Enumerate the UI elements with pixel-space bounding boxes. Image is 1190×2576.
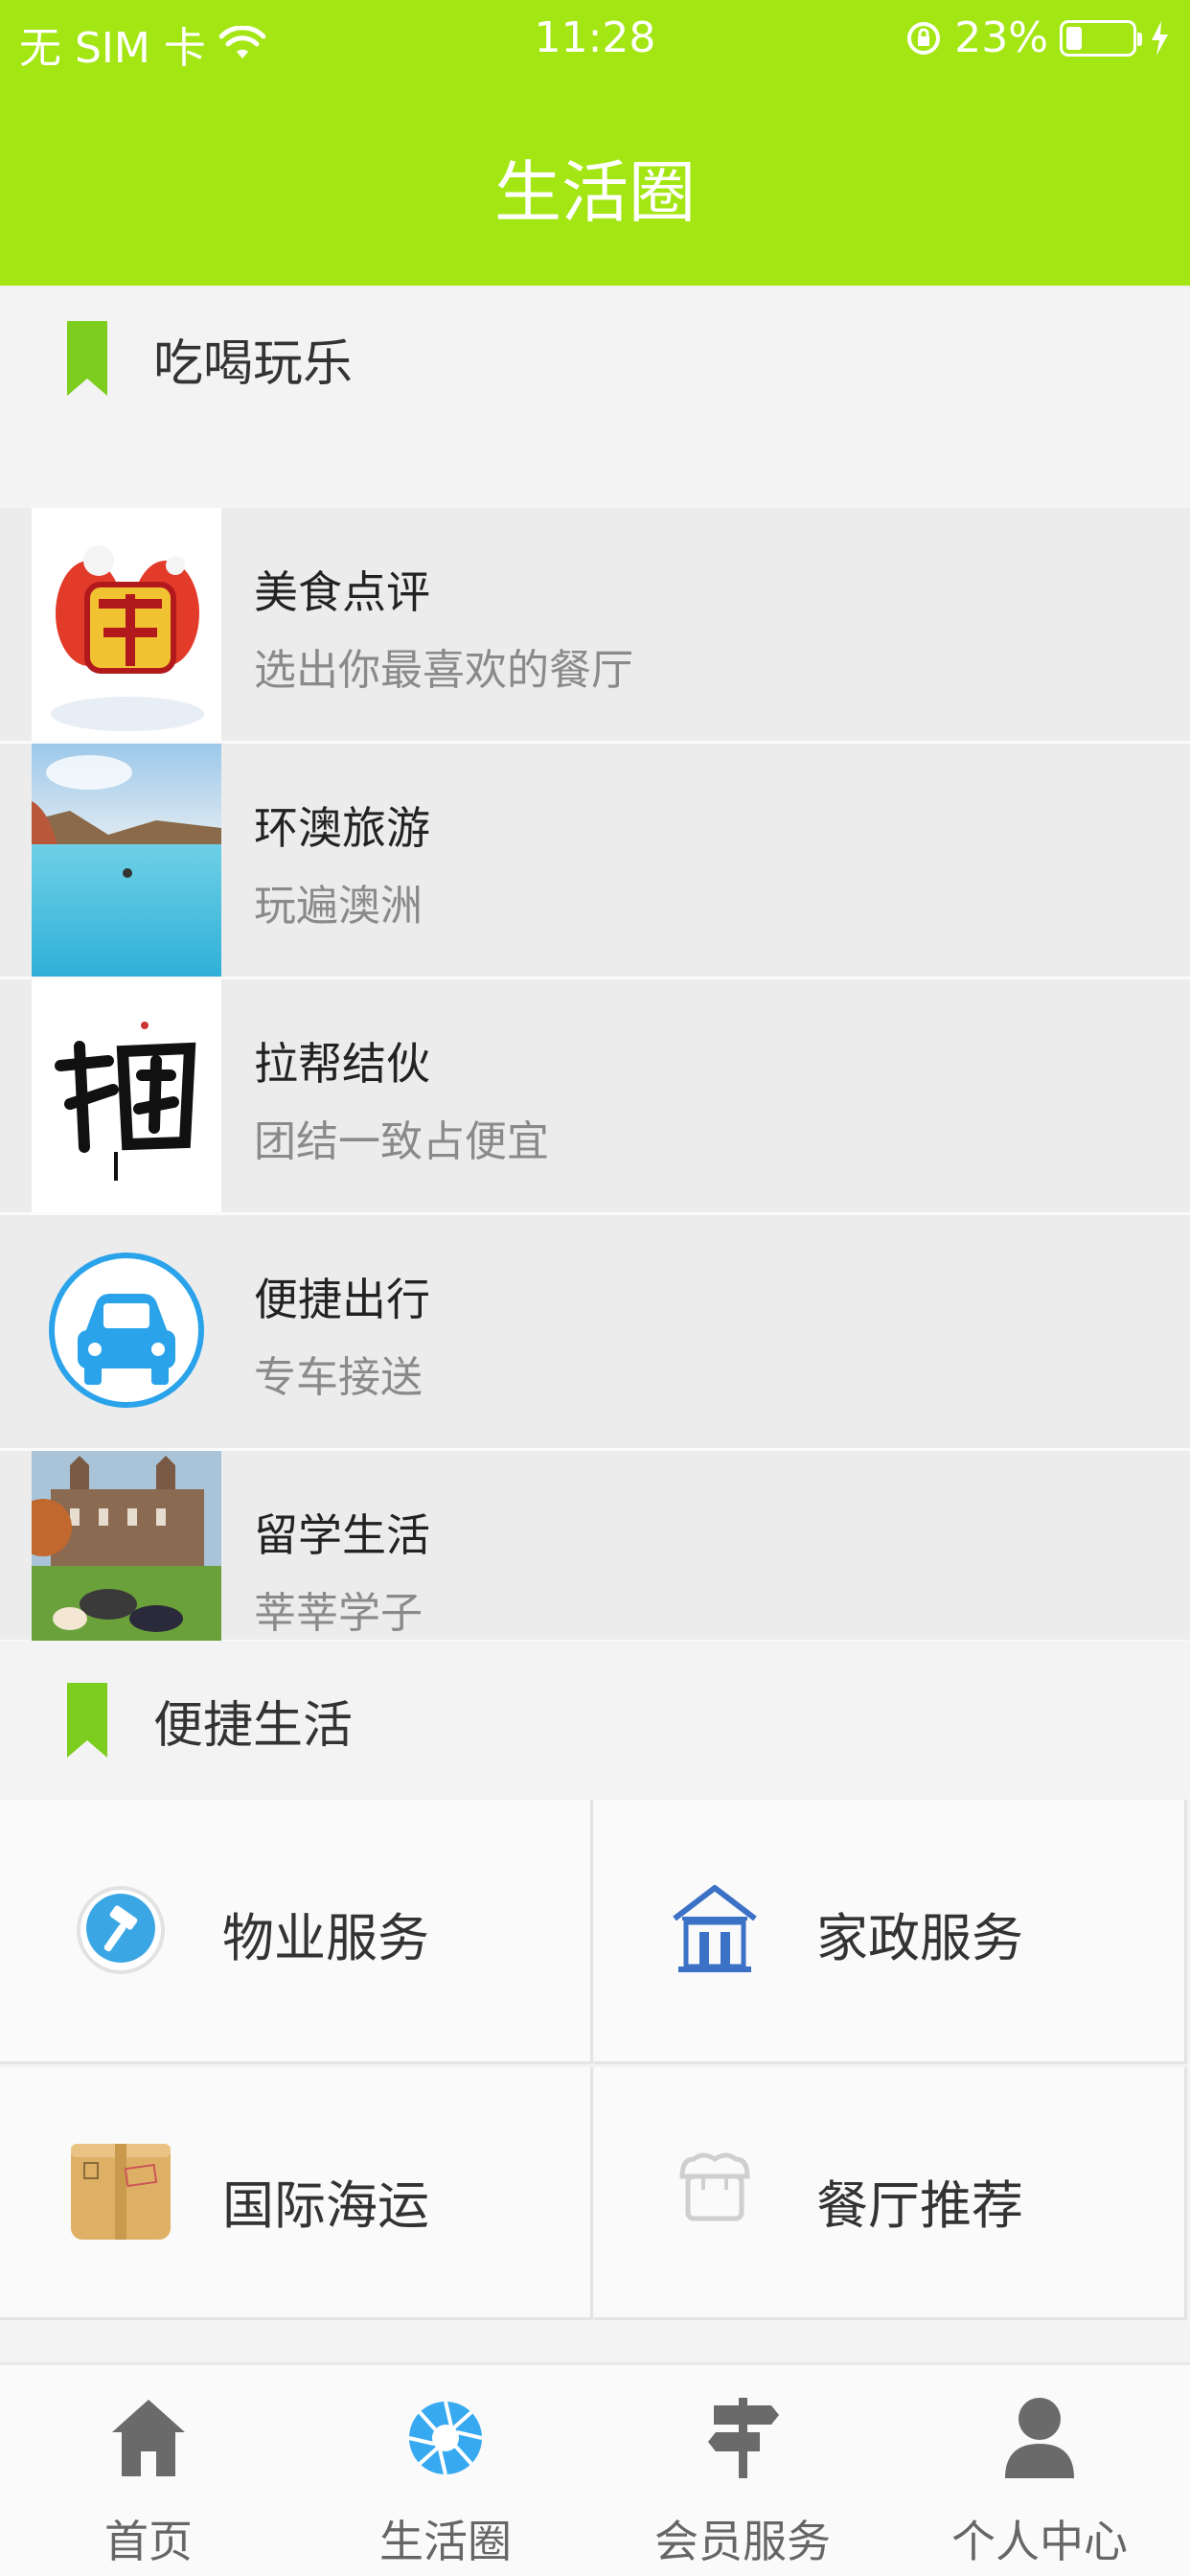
grid-item-property-service[interactable]: 物业服务 (0, 1800, 593, 2064)
list-item-subtitle: 专车接送 (254, 1353, 423, 1402)
tab-life-circle[interactable]: 生活圈 (297, 2365, 594, 2576)
list-item-title: 环澳旅游 (254, 802, 430, 854)
aperture-icon (408, 2401, 483, 2475)
tab-label: 个人中心 (951, 2516, 1128, 2567)
list-item-subtitle: 莘莘学子 (254, 1589, 423, 1638)
orientation-lock-icon (907, 21, 941, 55)
list-item-title: 拉帮结伙 (254, 1038, 430, 1090)
grid-item-label: 家政服务 (816, 1908, 1023, 1968)
section-header-fun: 吃喝玩乐 (0, 286, 1190, 431)
bookmark-icon (67, 1683, 107, 1758)
list-item-group-buy[interactable]: 拉帮结伙 团结一致占便宜 (0, 979, 1190, 1215)
charging-icon (1152, 20, 1168, 56)
grid-item-label: 国际海运 (222, 2175, 429, 2236)
list-item-travel[interactable]: 环澳旅游 玩遍澳洲 (0, 744, 1190, 979)
grid-item-shipping[interactable]: 国际海运 (0, 2067, 593, 2320)
package-box-icon (71, 2144, 171, 2240)
list-item-title: 美食点评 (254, 566, 430, 618)
section-title: 吃喝玩乐 (153, 334, 354, 393)
battery-percent: 23% (954, 13, 1048, 62)
grid-item-restaurant[interactable]: 餐厅推荐 (594, 2067, 1187, 2320)
list-item-subtitle: 玩遍澳洲 (254, 882, 423, 931)
tab-home[interactable]: 首页 (0, 2365, 297, 2576)
fun-list: 美食点评 选出你最喜欢的餐厅 环澳旅游 玩遍澳洲 拉帮结伙 团结一致占便宜 便捷… (0, 508, 1190, 1643)
tab-label: 首页 (104, 2516, 193, 2567)
list-item-food-review[interactable]: 美食点评 选出你最喜欢的餐厅 (0, 508, 1190, 744)
food-god-image (32, 508, 221, 741)
list-item-study-abroad[interactable]: 留学生活 莘莘学子 (0, 1451, 1190, 1643)
house-icon (673, 1885, 757, 1972)
grid-item-housekeeping[interactable]: 家政服务 (594, 1800, 1187, 2064)
tab-member-service[interactable]: 会员服务 (594, 2365, 891, 2576)
section-title: 便捷生活 (153, 1696, 354, 1755)
tab-bar: 首页 生活圈 会员服务 个人中心 (0, 2362, 1190, 2576)
home-icon (112, 2400, 185, 2476)
list-item-title: 便捷出行 (254, 1274, 430, 1325)
group-buy-calligraphy-image (32, 979, 221, 1212)
restaurant-icon (679, 2152, 750, 2221)
list-item-transport[interactable]: 便捷出行 专车接送 (0, 1215, 1190, 1451)
travel-pool-image (32, 744, 221, 977)
user-icon (1005, 2398, 1074, 2478)
list-item-title: 留学生活 (254, 1509, 430, 1561)
list-item-subtitle: 选出你最喜欢的餐厅 (254, 646, 633, 695)
battery-icon (1060, 19, 1142, 57)
bookmark-icon (67, 321, 107, 396)
campus-image (32, 1451, 221, 1643)
list-item-subtitle: 团结一致占便宜 (254, 1117, 549, 1166)
tab-label: 生活圈 (379, 2516, 512, 2567)
tab-profile[interactable]: 个人中心 (891, 2365, 1188, 2576)
hammer-icon (77, 1886, 165, 1974)
signpost-icon (708, 2398, 779, 2478)
status-bar: 无 SIM 卡 11:28 23% (0, 0, 1190, 80)
car-icon (32, 1215, 221, 1448)
section-header-life: 便捷生活 (0, 1641, 1190, 1800)
tab-label: 会员服务 (654, 2516, 831, 2567)
grid-item-label: 物业服务 (222, 1908, 429, 1968)
page-title: 生活圈 (494, 153, 696, 232)
top-bar: 无 SIM 卡 11:28 23% 生活圈 (0, 0, 1190, 286)
grid-item-label: 餐厅推荐 (816, 2175, 1023, 2236)
